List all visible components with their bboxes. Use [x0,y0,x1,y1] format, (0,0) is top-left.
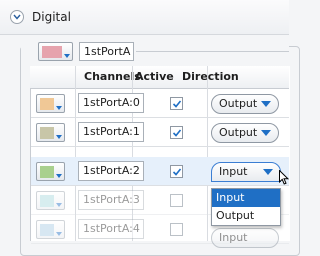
direction-select[interactable]: Input [211,228,279,248]
checkmark-icon [172,100,182,108]
channel-name-field[interactable]: 1stPortA:4 [78,219,144,239]
checkmark-icon [172,129,182,137]
dropdown-arrow-icon [263,169,273,175]
dropdown-arrow-icon [56,232,62,236]
dropdown-arrow-icon [261,101,271,107]
channel-color-swatch [40,224,54,236]
dropdown-arrow-icon [56,203,62,207]
channel-color-picker[interactable] [36,220,65,239]
section-title: Digital [32,10,71,24]
direction-select[interactable]: Input [211,162,281,182]
channel-name-field[interactable]: 1stPortA:1 [78,122,144,142]
channel-color-picker[interactable] [36,191,65,210]
dropdown-arrow-icon [56,135,62,139]
dropdown-arrow-icon [64,54,70,58]
channel-color-swatch [40,166,54,178]
direction-select[interactable]: Output [211,123,279,143]
dropdown-arrow-icon [261,130,271,136]
channel-color-swatch [40,127,54,139]
collapse-toggle-button[interactable] [10,10,24,24]
port-name-field[interactable]: 1stPortA [79,42,134,61]
active-checkbox[interactable] [170,223,183,236]
direction-value: Output [219,97,258,110]
section-header: Digital [0,0,289,35]
direction-value: Input [219,165,248,178]
channel-color-picker[interactable] [36,94,65,113]
channel-color-picker[interactable] [36,162,65,181]
channel-name-field[interactable]: 1stPortA:3 [78,190,144,210]
chevron-down-icon [13,14,21,20]
dropdown-arrow-icon [56,106,62,110]
active-checkbox[interactable] [170,97,183,110]
dropdown-arrow-icon [56,174,62,178]
checkmark-icon [172,168,182,176]
direction-value: Output [219,126,258,139]
column-header-direction: Direction [182,70,239,83]
channel-name-field[interactable]: 1stPortA:2 [78,161,144,181]
dropdown-option-input[interactable]: Input [212,189,280,207]
table-header: Channels Active Direction [30,66,289,89]
direction-dropdown-list: Input Output [211,188,281,226]
port-color-picker[interactable] [38,42,73,61]
active-checkbox[interactable] [170,165,183,178]
active-checkbox[interactable] [170,194,183,207]
mouse-cursor-icon [279,170,289,185]
direction-select[interactable]: Output [211,94,279,114]
direction-value: Input [219,231,248,244]
column-header-active: Active [135,70,174,83]
channel-color-swatch [40,98,54,110]
port-divider [136,51,289,52]
active-checkbox[interactable] [170,126,183,139]
port-color-swatch [42,46,62,58]
channel-color-swatch [40,195,54,207]
dropdown-option-output[interactable]: Output [212,207,280,225]
channel-color-picker[interactable] [36,123,65,142]
channel-name-field[interactable]: 1stPortA:0 [78,93,144,113]
